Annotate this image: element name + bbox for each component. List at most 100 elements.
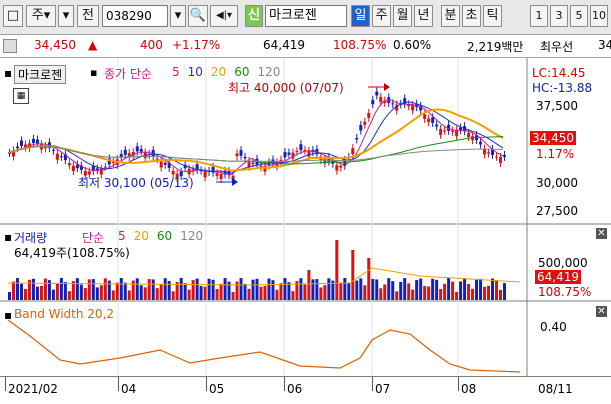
volume-value-text: 64,419주(108.75%)	[14, 246, 130, 260]
volume-bar	[75, 278, 79, 300]
volume-pct-tag: 108.75%	[538, 285, 592, 299]
period-button[interactable]: 월	[393, 5, 412, 27]
volume-bar	[131, 280, 135, 300]
amount-value: 2,219백만	[467, 40, 524, 54]
interval-button[interactable]: 3	[550, 5, 568, 27]
volume-bar	[327, 278, 331, 300]
candle-body	[123, 149, 127, 155]
period-button[interactable]: 분	[441, 5, 460, 27]
candle-body	[439, 128, 443, 135]
candle-body	[479, 141, 483, 145]
volume-bar	[307, 270, 311, 300]
candle-body	[67, 163, 71, 166]
volume-bar	[163, 278, 167, 300]
interval-button[interactable]: 5	[570, 5, 588, 27]
candle-body	[119, 154, 123, 157]
candle-body	[367, 113, 371, 118]
grid-icon[interactable]: ▦	[13, 88, 29, 104]
candle-body	[159, 161, 163, 168]
speaker-icon[interactable]: ◀|▾	[210, 5, 238, 27]
volume-bar	[159, 284, 163, 300]
ma-periods: 5 10 20 60 120	[172, 65, 288, 79]
volume-bar	[359, 278, 363, 300]
volume-bar	[435, 279, 439, 300]
y-tick-37500: 37,500	[536, 99, 578, 113]
x-axis-tick-mark	[118, 377, 119, 391]
volume-ratio: 108.75%	[333, 38, 387, 52]
candle-body	[163, 162, 167, 165]
volume-bar	[383, 284, 387, 300]
volume-bar	[223, 278, 227, 300]
candle-body	[31, 138, 35, 144]
volume-bar	[291, 291, 295, 300]
candle-body	[103, 166, 107, 168]
up-arrow-icon: ▲	[88, 38, 98, 52]
type-select[interactable]: 주▾	[26, 5, 56, 27]
volume-ma-period-label: 120	[180, 229, 204, 243]
volume-bar	[31, 278, 35, 300]
interval-button[interactable]: 1	[530, 5, 548, 27]
chart-area[interactable]: ▪ 마크로젠 ▪ 종가 단순 5 10 20 60 120 ▦ 최고 40,000 (0…	[0, 58, 611, 376]
volume-y-tick: 500,000	[538, 256, 588, 270]
candle-body	[335, 165, 339, 171]
volume-bar	[483, 286, 487, 300]
period-button[interactable]: 일	[351, 5, 370, 27]
volume-bar	[407, 283, 411, 300]
candle-body	[35, 139, 39, 144]
x-axis-tick: 2021/02	[8, 382, 58, 396]
period-button[interactable]: 년	[414, 5, 433, 27]
x-axis-tick: 04	[121, 382, 137, 396]
volume-bar	[431, 278, 435, 300]
type-label: 주	[31, 8, 44, 23]
ma-period-label: 5	[172, 65, 180, 79]
new-badge[interactable]: 신	[245, 5, 263, 27]
volume-bar	[335, 240, 339, 300]
interval-button[interactable]: 10	[590, 5, 608, 27]
volume-bar	[8, 292, 11, 300]
type-dropdown-icon[interactable]: ▾	[58, 5, 74, 27]
volume-bar	[11, 281, 15, 300]
volume-close-icon[interactable]: ✕	[596, 228, 607, 239]
period-button[interactable]: 틱	[483, 5, 502, 27]
x-axis-tick: 06	[287, 382, 303, 396]
volume-bar	[99, 285, 103, 300]
volume-bar	[375, 279, 379, 300]
volume-bar	[343, 278, 347, 300]
candle-body	[239, 150, 243, 156]
period-button[interactable]: 초	[462, 5, 481, 27]
bw-close-icon[interactable]: ✕	[596, 306, 607, 317]
volume-bar	[391, 281, 395, 300]
volume-bar	[451, 281, 455, 300]
volume-bar	[263, 285, 267, 300]
volume-bar	[455, 291, 459, 300]
stock-name-field[interactable]: 마크로젠	[265, 5, 347, 27]
ma-period-label: 60	[234, 65, 250, 79]
candle-body	[359, 125, 363, 131]
stock-name-tag[interactable]: 마크로젠	[14, 65, 67, 84]
x-axis-tick-mark	[206, 377, 207, 391]
code-dropdown-icon[interactable]: ▾	[170, 5, 186, 27]
search-icon[interactable]: 🔍	[188, 5, 208, 27]
period-button[interactable]: 주	[372, 5, 391, 27]
candle-body	[251, 162, 255, 164]
price-value: 34,450	[34, 38, 76, 52]
volume-bar	[91, 279, 95, 300]
settings-icon[interactable]: ▪	[90, 66, 97, 79]
volume-bar	[103, 278, 107, 300]
window-icon[interactable]: □	[3, 5, 23, 27]
volume-bar	[275, 289, 279, 300]
volume-ma-period-label: 60	[156, 229, 173, 243]
x-axis-tick-mark	[284, 377, 285, 391]
volume-bar	[279, 283, 283, 300]
candle-body	[203, 171, 207, 178]
volume-bar	[419, 278, 423, 300]
candle-body	[411, 105, 415, 111]
bw-y-tick: 0.40	[540, 320, 567, 334]
stock-code-input[interactable]: 038290	[102, 5, 168, 27]
candle-body	[371, 100, 375, 105]
mode-button[interactable]: 전	[77, 5, 99, 27]
volume-bar	[347, 282, 351, 300]
volume-bar	[367, 258, 371, 300]
volume-tag: 64,419	[535, 270, 581, 284]
candle-body	[435, 124, 439, 127]
